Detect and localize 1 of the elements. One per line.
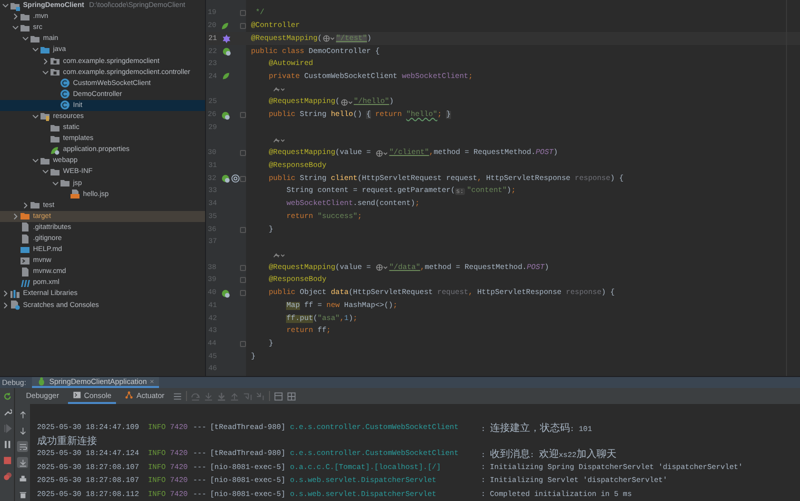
console-text: 成功重新连接 (37, 434, 97, 448)
